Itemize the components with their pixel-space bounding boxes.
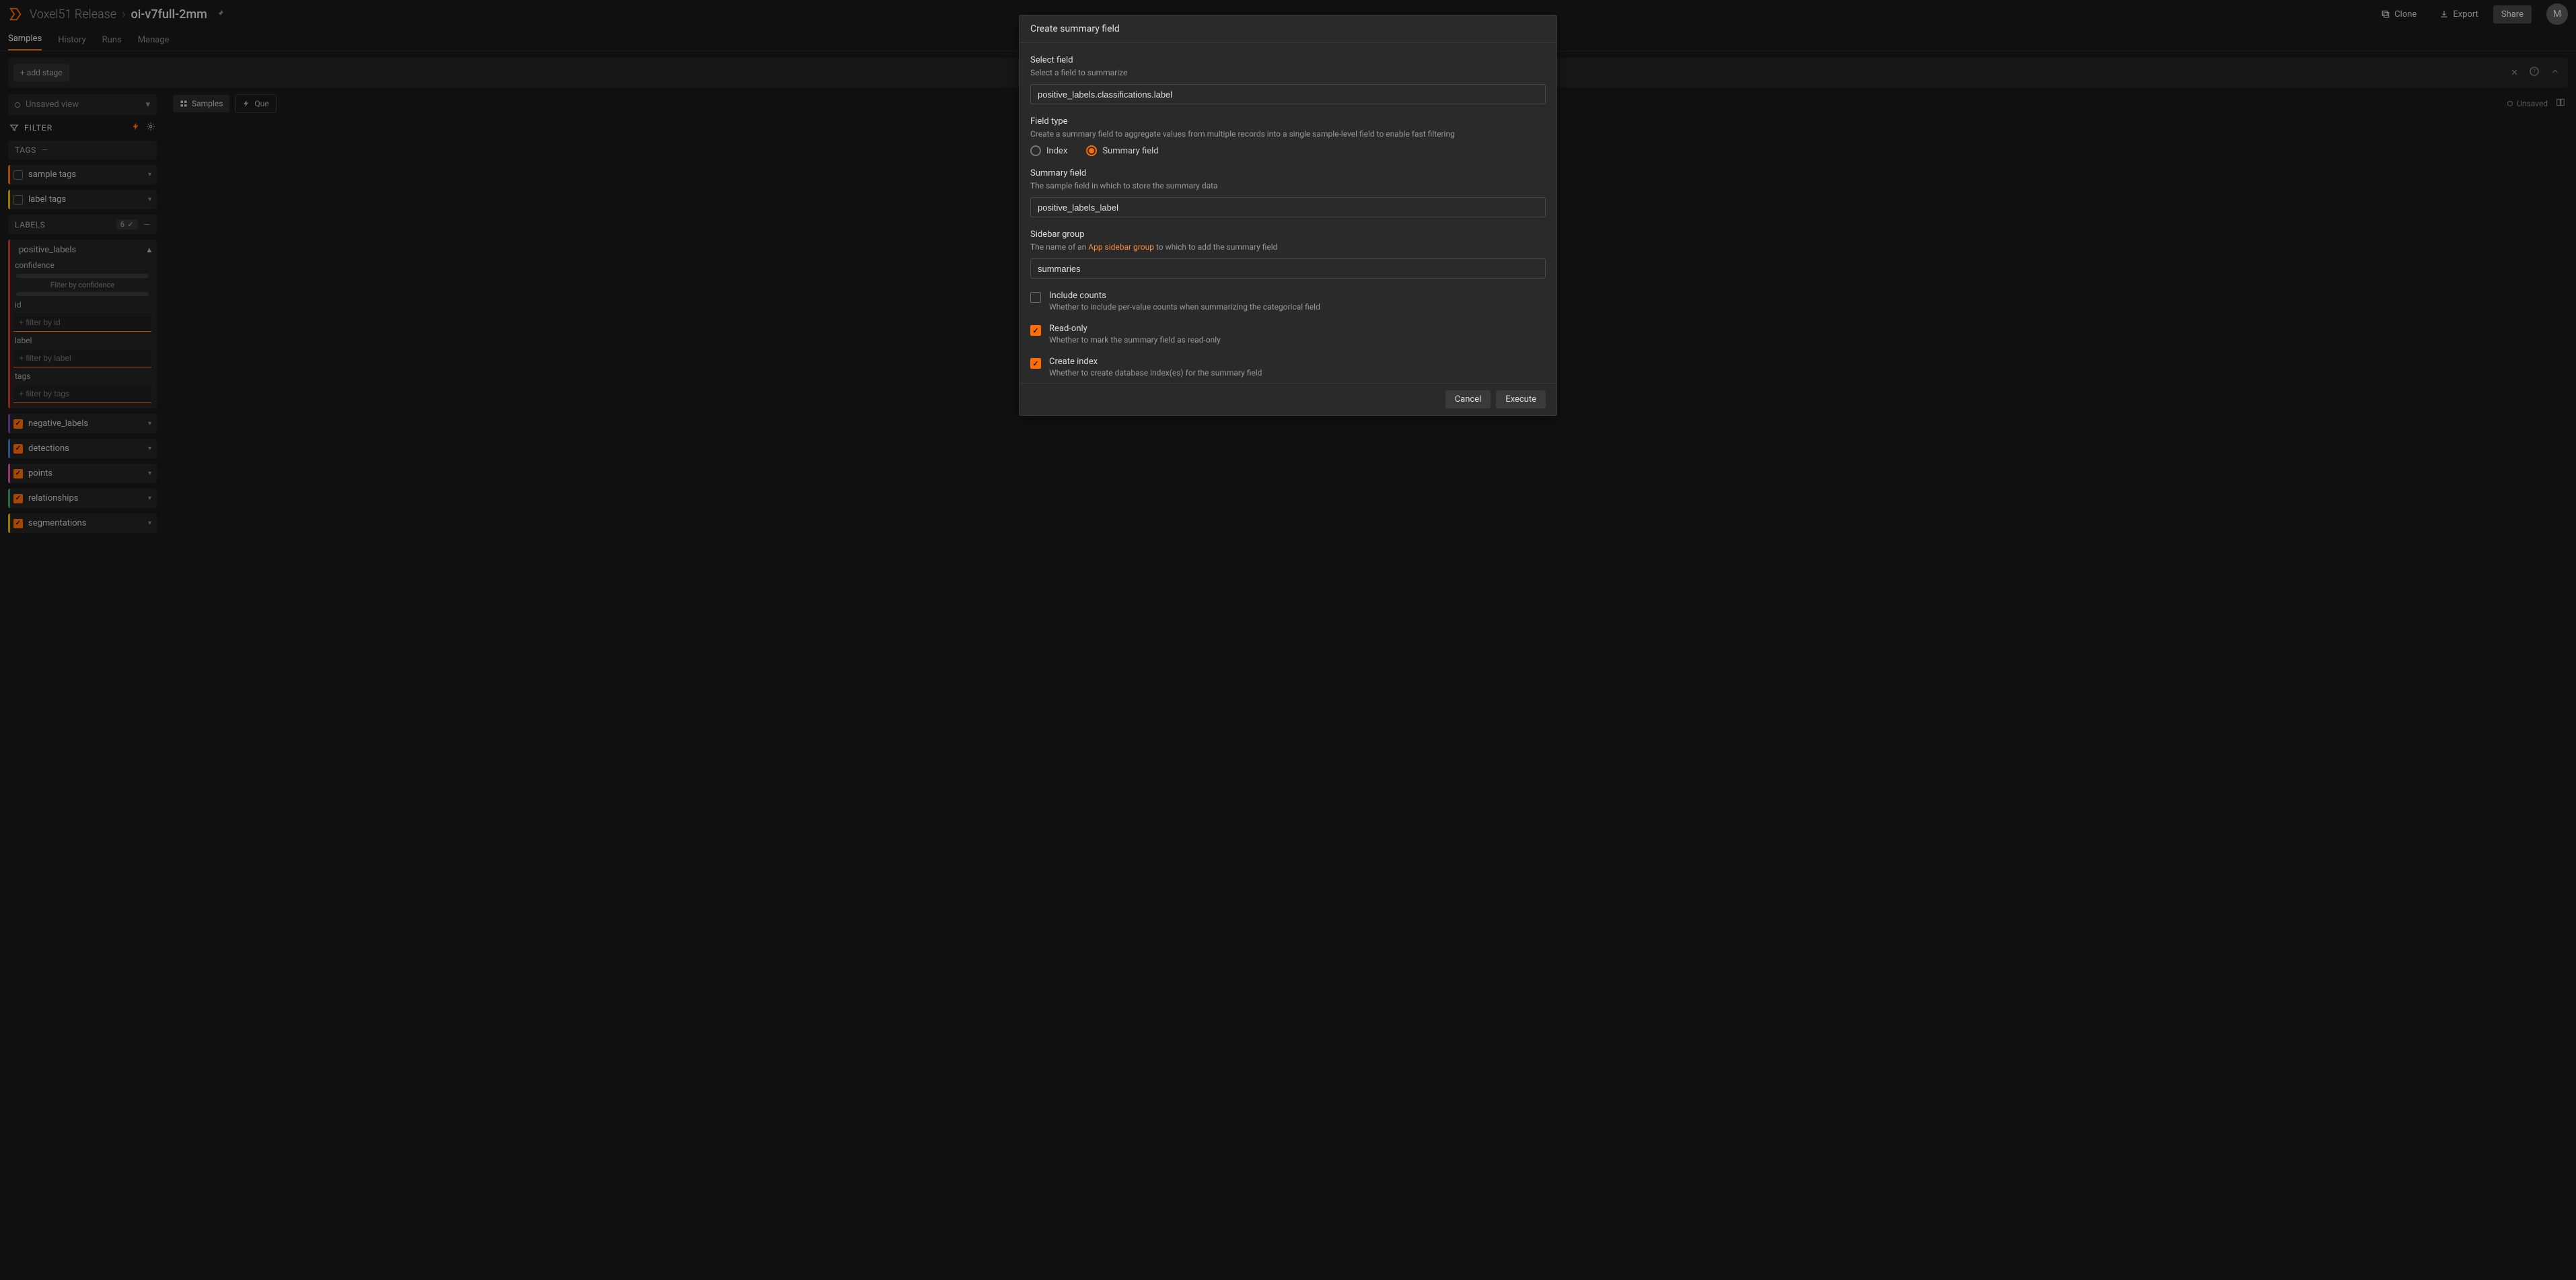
field-label: Sidebar group [1030, 229, 1546, 240]
modal-backdrop[interactable]: Create summary field Select field Select… [0, 0, 2576, 1280]
create-summary-field-modal: Create summary field Select field Select… [1019, 15, 1557, 416]
radio-label: Index [1046, 146, 1067, 156]
summary-field-input[interactable] [1030, 197, 1546, 217]
radio-icon [1086, 145, 1097, 156]
checkbox[interactable] [1030, 358, 1041, 369]
field-label: Field type [1030, 116, 1546, 127]
cancel-button[interactable]: Cancel [1445, 390, 1491, 408]
field-help: Create a summary field to aggregate valu… [1030, 129, 1546, 139]
radio-summary-field[interactable]: Summary field [1086, 145, 1158, 156]
modal-footer: Cancel Execute [1019, 383, 1557, 415]
option-label: Read-only [1049, 324, 1221, 334]
checkbox[interactable] [1030, 325, 1041, 336]
option-read-only: Read-only Whether to mark the summary fi… [1030, 324, 1546, 345]
radio-label: Summary field [1102, 146, 1158, 156]
option-help: Whether to create database index(es) for… [1049, 368, 1262, 378]
field-help: Select a field to summarize [1030, 68, 1546, 77]
sidebar-group-input[interactable] [1030, 258, 1546, 279]
field-sidebar-group: Sidebar group The name of an App sidebar… [1030, 229, 1546, 279]
select-field-input[interactable] [1030, 84, 1546, 104]
field-field-type: Field type Create a summary field to agg… [1030, 116, 1546, 156]
help-link[interactable]: App sidebar group [1088, 242, 1154, 252]
checkbox[interactable] [1030, 292, 1041, 303]
modal-body: Select field Select a field to summarize… [1019, 43, 1557, 383]
field-type-radio-group: Index Summary field [1030, 141, 1546, 156]
radio-icon [1030, 145, 1041, 156]
field-help: The sample field in which to store the s… [1030, 181, 1546, 190]
field-label: Summary field [1030, 168, 1546, 178]
option-include-counts: Include counts Whether to include per-va… [1030, 291, 1546, 312]
option-label: Include counts [1049, 291, 1320, 301]
field-label: Select field [1030, 55, 1546, 65]
radio-index[interactable]: Index [1030, 145, 1067, 156]
execute-button[interactable]: Execute [1496, 390, 1546, 408]
option-label: Create index [1049, 357, 1262, 367]
option-help: Whether to mark the summary field as rea… [1049, 335, 1221, 345]
help-post: to which to add the summary field [1154, 242, 1277, 252]
help-pre: The name of an [1030, 242, 1088, 252]
option-create-index: Create index Whether to create database … [1030, 357, 1546, 378]
field-help: The name of an App sidebar group to whic… [1030, 242, 1546, 252]
field-summary-field: Summary field The sample field in which … [1030, 168, 1546, 217]
option-help: Whether to include per-value counts when… [1049, 302, 1320, 312]
field-select-field: Select field Select a field to summarize [1030, 55, 1546, 104]
modal-title: Create summary field [1019, 15, 1557, 43]
